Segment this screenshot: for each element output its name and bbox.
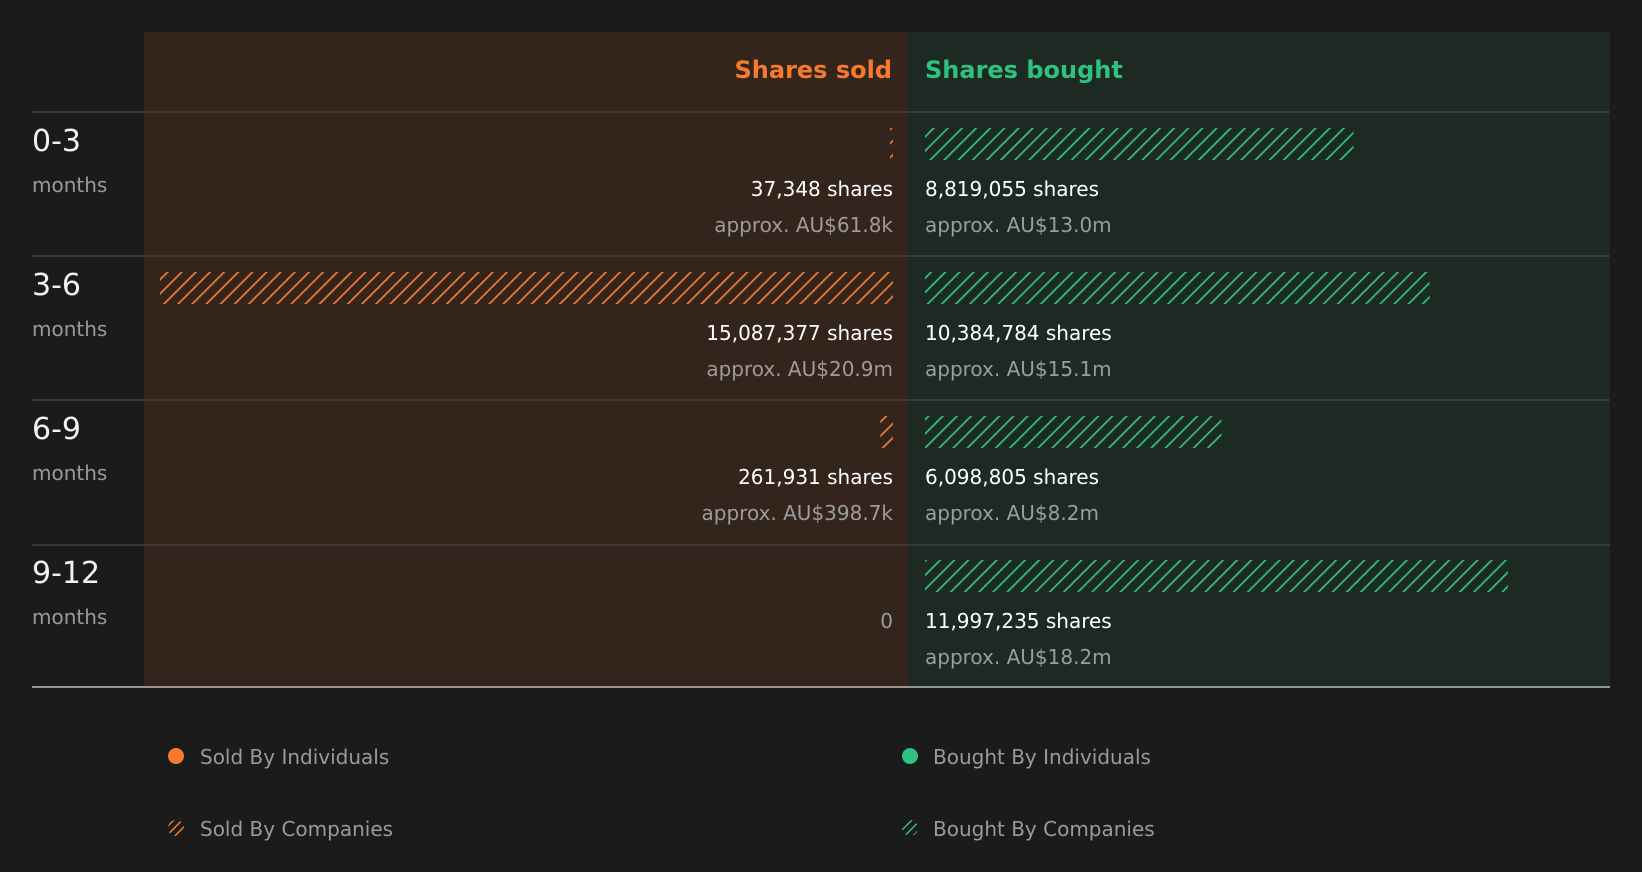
legend: Sold By Individuals Bought By Individual… [168, 745, 1155, 841]
sold-bar [880, 416, 893, 448]
legend-label: Sold By Individuals [200, 745, 389, 769]
bought-shares-label: 6,098,805 shares [925, 465, 1099, 489]
sold-value-label: approx. AU$398.7k [702, 501, 894, 525]
period-label: 9-12 [32, 556, 100, 591]
period-unit-label: months [32, 461, 107, 485]
sold-bar [160, 272, 893, 304]
header-shares-bought: Shares bought [925, 56, 1123, 84]
sold-value-label: approx. AU$61.8k [714, 213, 893, 237]
bought-value-label: approx. AU$8.2m [925, 501, 1099, 525]
bought-bar [925, 560, 1508, 592]
sold-bar [890, 128, 893, 160]
legend-label: Bought By Companies [933, 817, 1155, 841]
bought-shares-label: 10,384,784 shares [925, 321, 1112, 345]
bought-bar [925, 128, 1354, 160]
legend-solid-swatch-sold [168, 748, 184, 764]
header-shares-sold: Shares sold [735, 56, 893, 84]
sold-shares-label: 261,931 shares [738, 465, 893, 489]
period-label: 6-9 [32, 412, 81, 447]
sold-zero-label: 0 [880, 609, 893, 633]
period-label: 0-3 [32, 124, 81, 159]
legend-label: Sold By Companies [200, 817, 393, 841]
period-unit-label: months [32, 605, 107, 629]
legend-hatched-swatch-bought [902, 820, 918, 836]
period-label: 3-6 [32, 268, 81, 303]
legend-hatched-swatch-sold [168, 820, 184, 836]
bought-shares-label: 11,997,235 shares [925, 609, 1112, 633]
sold-value-label: approx. AU$20.9m [706, 357, 893, 381]
period-unit-label: months [32, 317, 107, 341]
sold-shares-label: 15,087,377 shares [706, 321, 893, 345]
legend-solid-swatch-bought [902, 748, 918, 764]
bought-value-label: approx. AU$18.2m [925, 645, 1112, 669]
period-unit-label: months [32, 173, 107, 197]
bought-bar [925, 416, 1222, 448]
sold-shares-label: 37,348 shares [751, 177, 893, 201]
bought-shares-label: 8,819,055 shares [925, 177, 1099, 201]
legend-label: Bought By Individuals [933, 745, 1151, 769]
insider-trading-chart: Shares sold Shares bought 0-3 months 3-6… [32, 32, 1610, 841]
bought-value-label: approx. AU$15.1m [925, 357, 1112, 381]
bought-bar [925, 272, 1430, 304]
bought-value-label: approx. AU$13.0m [925, 213, 1112, 237]
